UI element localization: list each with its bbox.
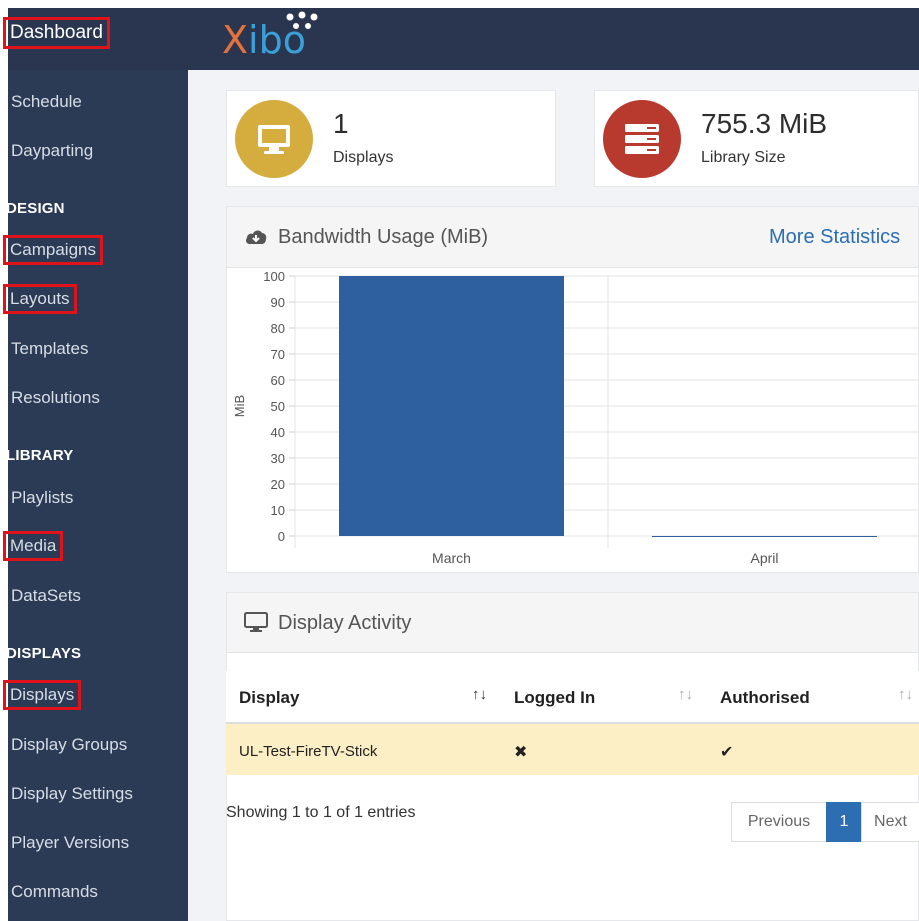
sidebar-item-player-versions[interactable]: Player Versions	[11, 833, 129, 853]
y-tick-label: 70	[271, 347, 285, 362]
y-tick-label: 60	[271, 373, 285, 388]
bandwidth-chart: 0 10 20 30 40 50 60 70 80 90 100 MiB March April	[232, 269, 919, 566]
sidebar-section-displays: DISPLAYS	[6, 645, 82, 662]
chart-bar	[339, 276, 564, 536]
y-tick-label: 0	[278, 529, 285, 544]
authorised-check-icon: ✔	[720, 744, 734, 761]
sort-icon[interactable]: ↑↓	[678, 686, 693, 703]
sort-icon[interactable]: ↑↓	[472, 686, 487, 703]
y-tick-label: 40	[271, 425, 285, 440]
monitor-icon	[244, 612, 268, 632]
table-info: Showing 1 to 1 of 1 entries	[226, 804, 416, 821]
y-tick-label: 100	[263, 269, 285, 284]
logged-in-cross-icon: ✖	[514, 744, 528, 761]
y-tick-label: 90	[271, 295, 285, 310]
y-tick-label: 10	[271, 503, 285, 518]
sidebar-item-datasets[interactable]: DataSets	[11, 586, 81, 606]
column-header-display[interactable]: Display	[239, 688, 299, 708]
pagination-page-1-button[interactable]: 1	[826, 802, 862, 842]
y-axis-label: MiB	[232, 395, 247, 417]
display-activity-title: Display Activity	[278, 612, 412, 634]
sort-icon[interactable]: ↑↓	[898, 686, 913, 703]
sidebar-item-display-groups[interactable]: Display Groups	[11, 735, 127, 755]
x-tick-label: April	[750, 550, 778, 566]
y-tick-label: 80	[271, 321, 285, 336]
pagination-next-button[interactable]: Next	[861, 802, 919, 842]
y-tick-label: 30	[271, 451, 285, 466]
display-activity-header: Display Activity	[227, 593, 918, 653]
sidebar-item-display-settings[interactable]: Display Settings	[11, 784, 133, 804]
sidebar-item-commands[interactable]: Commands	[11, 882, 98, 902]
pagination-previous-button[interactable]: Previous	[731, 802, 827, 842]
display-name-cell[interactable]: UL-Test-FireTV-Stick	[239, 743, 377, 760]
column-header-logged-in[interactable]: Logged In	[514, 688, 595, 708]
x-tick-label: March	[432, 550, 471, 566]
y-tick-label: 20	[271, 477, 285, 492]
chart-bar	[652, 536, 877, 537]
column-header-authorised[interactable]: Authorised	[720, 688, 810, 708]
sidebar-item-displays[interactable]: Displays	[2, 680, 82, 710]
y-tick-label: 50	[271, 399, 285, 414]
